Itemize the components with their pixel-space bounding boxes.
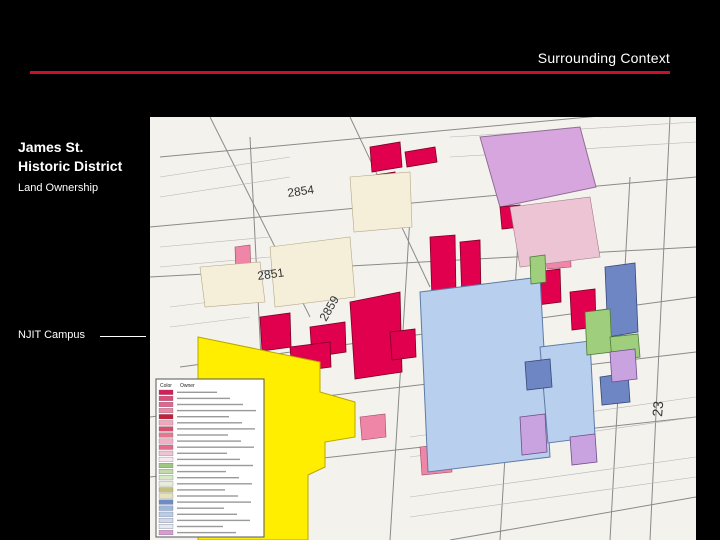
- legend-entry-text: [177, 440, 241, 442]
- legend-swatch: [158, 402, 174, 407]
- legend-swatch: [158, 450, 174, 456]
- legend-header: Owner: [180, 383, 195, 389]
- legend-swatch: [158, 511, 174, 517]
- legend-entry-text: [177, 489, 225, 491]
- legend-swatch: [158, 444, 174, 450]
- land-ownership-map: 2854 2851 2859 23 Color Owner: [150, 117, 696, 540]
- legend-swatch: [158, 481, 174, 487]
- legend-swatch: [158, 414, 174, 420]
- block-number-4: 23: [649, 400, 666, 417]
- legend-entry-text: [177, 531, 236, 534]
- legend-swatch: [158, 432, 174, 438]
- legend-entry-text: [177, 495, 238, 497]
- legend-swatch: [158, 499, 174, 505]
- legend-entry-text: [177, 464, 253, 467]
- legend-swatch: [158, 426, 174, 432]
- legend-entry-text: [177, 470, 226, 473]
- legend-swatch: [158, 475, 174, 481]
- legend-entry-text: [177, 501, 251, 503]
- parcel-university-east: [539, 340, 596, 444]
- slide-title: Surrounding Context: [537, 50, 670, 66]
- legend-entry-text: [177, 446, 254, 448]
- njit-campus-label: NJIT Campus: [18, 329, 86, 341]
- legend-swatch: [158, 420, 174, 426]
- legend-entry-text: [177, 458, 240, 461]
- legend-entry-text: [177, 403, 243, 406]
- legend-swatch: [158, 517, 174, 523]
- legend-swatch: [158, 389, 174, 395]
- legend-entry-text: [177, 416, 229, 418]
- map-svg: 2854 2851 2859 23 Color Owner: [150, 117, 696, 540]
- legend-swatch: [158, 487, 174, 493]
- legend-entry-text: [177, 428, 255, 430]
- legend-swatch: [158, 463, 174, 468]
- district-title: James St. Historic District: [18, 138, 148, 176]
- legend-swatch: [158, 530, 174, 536]
- legend-swatch: [158, 469, 174, 475]
- legend-entry-text: [177, 525, 223, 528]
- legend-entry-text: [177, 483, 252, 485]
- legend-swatch: [158, 408, 174, 414]
- legend-entry-text: [177, 452, 227, 454]
- legend-entry-text: [177, 513, 237, 515]
- legend-swatch: [158, 395, 174, 401]
- district-title-line-2: Historic District: [18, 158, 123, 174]
- map-subtitle: Land Ownership: [18, 182, 99, 194]
- legend-entry-text: [177, 422, 242, 424]
- legend-entry-text: [177, 391, 217, 393]
- legend-entry-text: [177, 519, 250, 522]
- pointer-arrow-line: [100, 336, 146, 337]
- title-divider: [30, 71, 670, 74]
- parcel-lavender-striped: [509, 196, 601, 268]
- legend-title: Color: [160, 383, 172, 389]
- legend-entry-text: [177, 434, 228, 436]
- legend-swatch: [158, 493, 174, 499]
- legend-swatch: [158, 456, 174, 462]
- legend-entry-text: [177, 409, 256, 412]
- map-legend: Color Owner: [155, 378, 265, 538]
- legend-entry-text: [177, 397, 230, 400]
- legend-entry-text: [177, 507, 224, 509]
- legend-swatch: [158, 505, 174, 511]
- legend-entry-text: [177, 477, 239, 479]
- legend-swatch: [158, 438, 174, 444]
- legend-swatch: [158, 524, 174, 529]
- district-title-line-1: James St.: [18, 139, 84, 155]
